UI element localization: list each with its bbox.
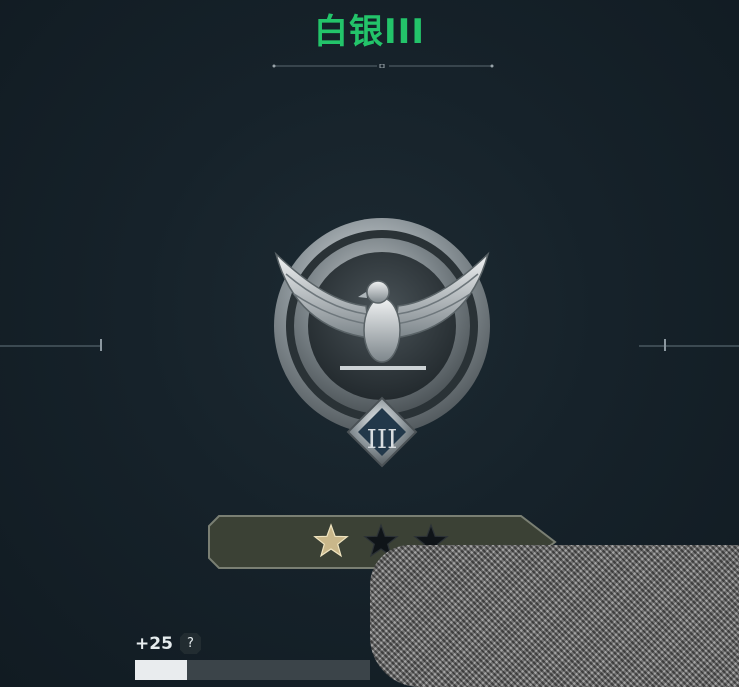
points-gained: +25: [135, 634, 173, 654]
left-frame-tick: [100, 339, 102, 351]
rank-progress-fill: [135, 660, 187, 680]
rank-title: 白银III: [314, 12, 425, 52]
title-divider: [272, 64, 494, 68]
left-frame-line: [0, 345, 100, 347]
right-frame-line: [639, 345, 739, 347]
silver-eagle-emblem-icon: III: [274, 218, 490, 468]
tier-numeral: III: [367, 425, 398, 455]
rank-progress-bar: [135, 660, 370, 680]
help-icon[interactable]: ?: [180, 633, 201, 654]
right-frame-tick: [664, 339, 666, 351]
obscured-overlay: [370, 545, 739, 687]
